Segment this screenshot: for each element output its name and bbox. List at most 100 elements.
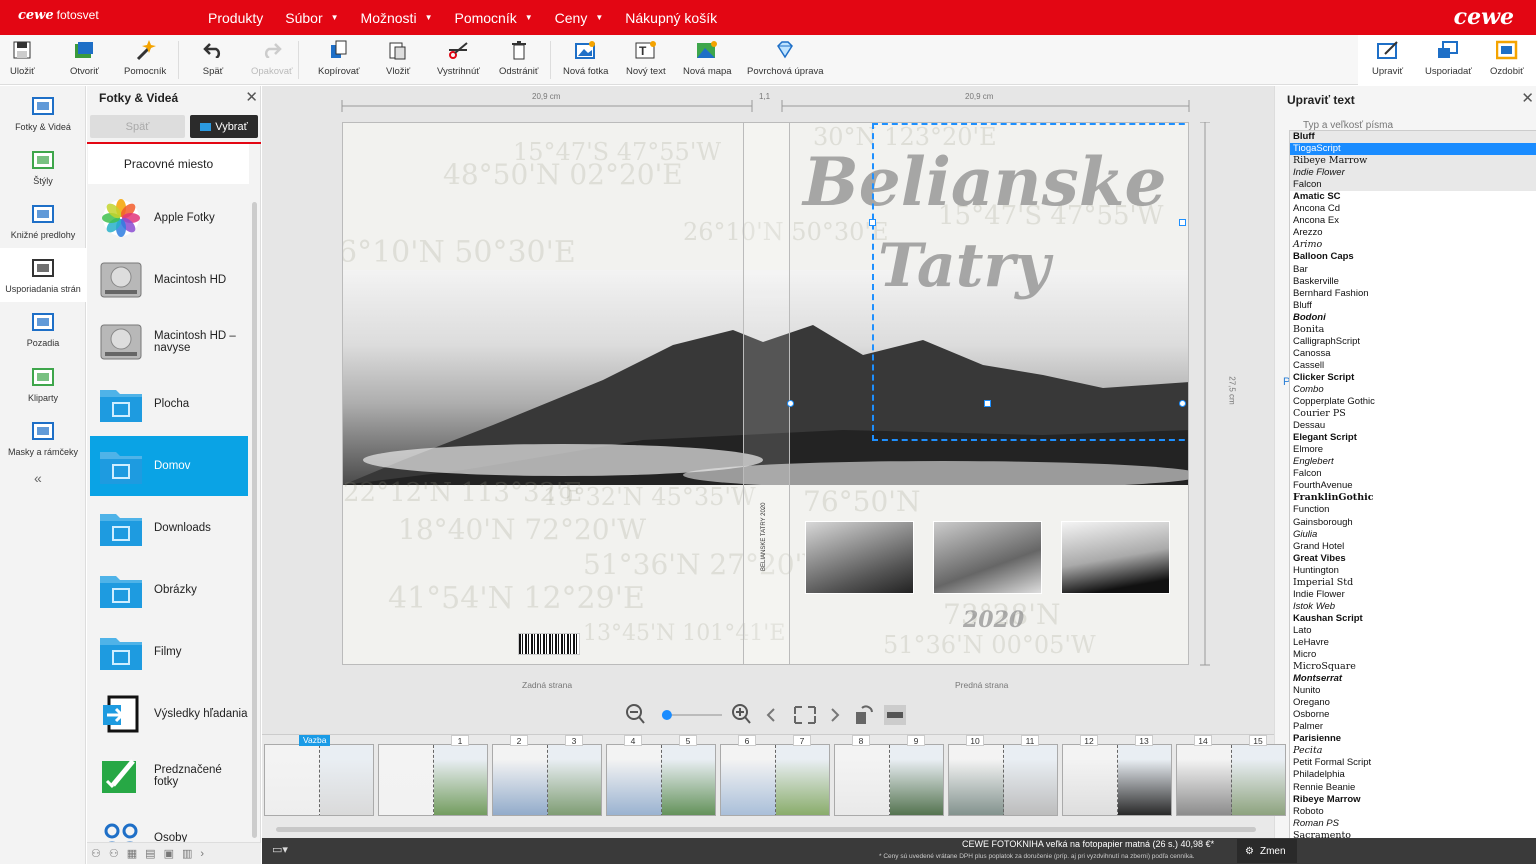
edit-button[interactable]: Upraviť (1372, 39, 1403, 77)
layout-a-icon[interactable]: ▦ (127, 847, 137, 860)
back-button[interactable]: Späť (90, 115, 185, 138)
new-text-button[interactable]: T Nový text (626, 39, 666, 77)
ruler-toggle-icon[interactable] (884, 705, 906, 725)
font-option[interactable]: Ribeye Marrow (1290, 794, 1536, 806)
panel-scrollbar[interactable] (252, 202, 257, 838)
source-item[interactable]: Výsledky hľadania (90, 684, 248, 744)
source-item[interactable]: Domov (90, 436, 248, 496)
font-option[interactable]: Great Vibes (1290, 553, 1536, 565)
expand-icon[interactable]: › (200, 848, 204, 860)
font-option[interactable]: Cassell (1290, 360, 1536, 372)
open-button[interactable]: Otvoriť (70, 39, 99, 77)
text-selection-frame[interactable] (872, 123, 1188, 441)
font-option[interactable]: Bar (1290, 264, 1536, 276)
font-option[interactable]: FranklinGothic (1290, 492, 1536, 504)
font-option[interactable]: Huntington (1290, 565, 1536, 577)
font-option[interactable]: Ribeye Marrow (1290, 155, 1536, 168)
redo-button[interactable]: Opakovať (251, 39, 293, 77)
font-option[interactable]: Arezzo (1290, 227, 1536, 239)
source-item[interactable]: Macintosh HD – navyse (90, 312, 248, 372)
font-option[interactable]: Function (1290, 504, 1536, 516)
fit-screen-icon[interactable] (794, 706, 816, 724)
rail-item[interactable]: Pozadia (0, 302, 86, 356)
layout-d-icon[interactable]: ▥ (182, 847, 192, 860)
font-option[interactable]: Pecita (1290, 745, 1536, 757)
font-option[interactable]: Istok Web (1290, 601, 1536, 613)
font-option[interactable]: Petit Formal Script (1290, 757, 1536, 769)
view-mode-icon[interactable]: ▭▾ (272, 843, 288, 856)
font-option[interactable]: Philadelphia (1290, 769, 1536, 781)
zoom-slider-knob[interactable] (661, 710, 672, 720)
spread-thumbnail[interactable] (492, 744, 602, 816)
font-option[interactable]: Ancona Ex (1290, 215, 1536, 227)
font-option[interactable]: Elegant Script (1290, 432, 1536, 444)
menu-item[interactable]: Možnosti ▼ (361, 10, 433, 26)
brand-logo[interactable]: cewe fotosvet (18, 8, 99, 23)
font-option[interactable]: Bodoni (1290, 312, 1536, 324)
new-photo-button[interactable]: Nová fotka (563, 39, 608, 77)
source-item[interactable]: Filmy (90, 622, 248, 682)
font-option[interactable]: Giulia (1290, 529, 1536, 541)
menu-item[interactable]: Súbor ▼ (285, 10, 338, 26)
font-option[interactable]: Arimo (1290, 239, 1536, 251)
strip-scrollbar[interactable] (276, 827, 1256, 832)
source-item[interactable]: Macintosh HD (90, 250, 248, 310)
zoom-in-icon[interactable] (732, 704, 751, 724)
people-group-icon[interactable]: ⚇ (109, 847, 119, 860)
source-item[interactable]: Downloads (90, 498, 248, 558)
close-panel-icon[interactable]: ✕ (245, 88, 258, 106)
book-cover[interactable]: 48°50'N 02°20'E 15°47'S 47°55'W 26°10'N … (342, 122, 1189, 665)
font-option[interactable]: Kaushan Script (1290, 613, 1536, 625)
spread-thumbnail[interactable] (948, 744, 1058, 816)
font-option[interactable]: Nunito (1290, 685, 1536, 697)
rail-item[interactable]: Štýly (0, 140, 86, 194)
rail-item[interactable]: Masky a rámčeky (0, 411, 86, 465)
font-option[interactable]: FourthAvenue (1290, 480, 1536, 492)
font-option[interactable]: Falcon (1290, 179, 1536, 192)
font-option[interactable]: Grand Hotel (1290, 541, 1536, 553)
assistant-button[interactable]: Pomocník (124, 39, 166, 77)
spread-thumbnail[interactable] (720, 744, 830, 816)
font-option[interactable]: Englebert (1290, 456, 1536, 468)
save-button[interactable]: Uložiť (10, 39, 35, 77)
spread-thumbnail[interactable] (378, 744, 488, 816)
font-option[interactable]: Copperplate Gothic (1290, 396, 1536, 408)
font-option[interactable]: Montserrat (1290, 673, 1536, 685)
font-option[interactable]: CalligraphScript (1290, 336, 1536, 348)
font-option[interactable]: Bonita (1290, 324, 1536, 336)
spread-thumbnail[interactable] (1062, 744, 1172, 816)
copy-button[interactable]: Kopírovať (318, 39, 360, 77)
font-option[interactable]: MicroSquare (1290, 661, 1536, 673)
resize-handle[interactable] (787, 400, 794, 407)
font-option[interactable]: Clicker Script (1290, 372, 1536, 384)
people-tool-icon[interactable]: ⚇ (91, 847, 101, 860)
font-option[interactable]: Palmer (1290, 721, 1536, 733)
font-option[interactable]: Roboto (1290, 806, 1536, 818)
arrange-button[interactable]: Usporiadať (1425, 39, 1472, 77)
source-item[interactable]: Plocha (90, 374, 248, 434)
font-option[interactable]: Oregano (1290, 697, 1536, 709)
menu-item[interactable]: Ceny ▼ (555, 10, 604, 26)
font-option[interactable]: Canossa (1290, 348, 1536, 360)
surface-finish-button[interactable]: Povrchová úprava (747, 39, 824, 77)
undo-button[interactable]: Späť (202, 39, 224, 77)
layout-b-icon[interactable]: ▤ (145, 847, 155, 860)
font-option[interactable]: Parisienne (1290, 733, 1536, 745)
delete-button[interactable]: Odstrániť (499, 39, 538, 77)
font-dropdown-list[interactable]: Bluff TiogaScript Ribeye Marrow Indie Flowe… (1289, 130, 1536, 864)
cover-photo-1[interactable] (805, 521, 914, 594)
rail-item[interactable]: Fotky & Videá (0, 86, 86, 140)
resize-handle[interactable] (869, 219, 876, 226)
menu-item[interactable]: Pomocník ▼ (454, 10, 532, 26)
close-panel-icon[interactable]: ✕ (1521, 89, 1534, 107)
font-option[interactable]: Elmore (1290, 444, 1536, 456)
cover-photo-3[interactable] (1061, 521, 1170, 594)
font-option[interactable]: Micro (1290, 649, 1536, 661)
menu-item[interactable]: Produkty (208, 10, 263, 26)
cover-year[interactable]: 2020 (963, 607, 1024, 633)
resize-handle[interactable] (1179, 219, 1186, 226)
zoom-out-icon[interactable] (626, 704, 645, 724)
font-option[interactable]: Dessau (1290, 420, 1536, 432)
rail-item[interactable]: Kliparty (0, 357, 86, 411)
font-option[interactable]: Ancona Cd (1290, 203, 1536, 215)
